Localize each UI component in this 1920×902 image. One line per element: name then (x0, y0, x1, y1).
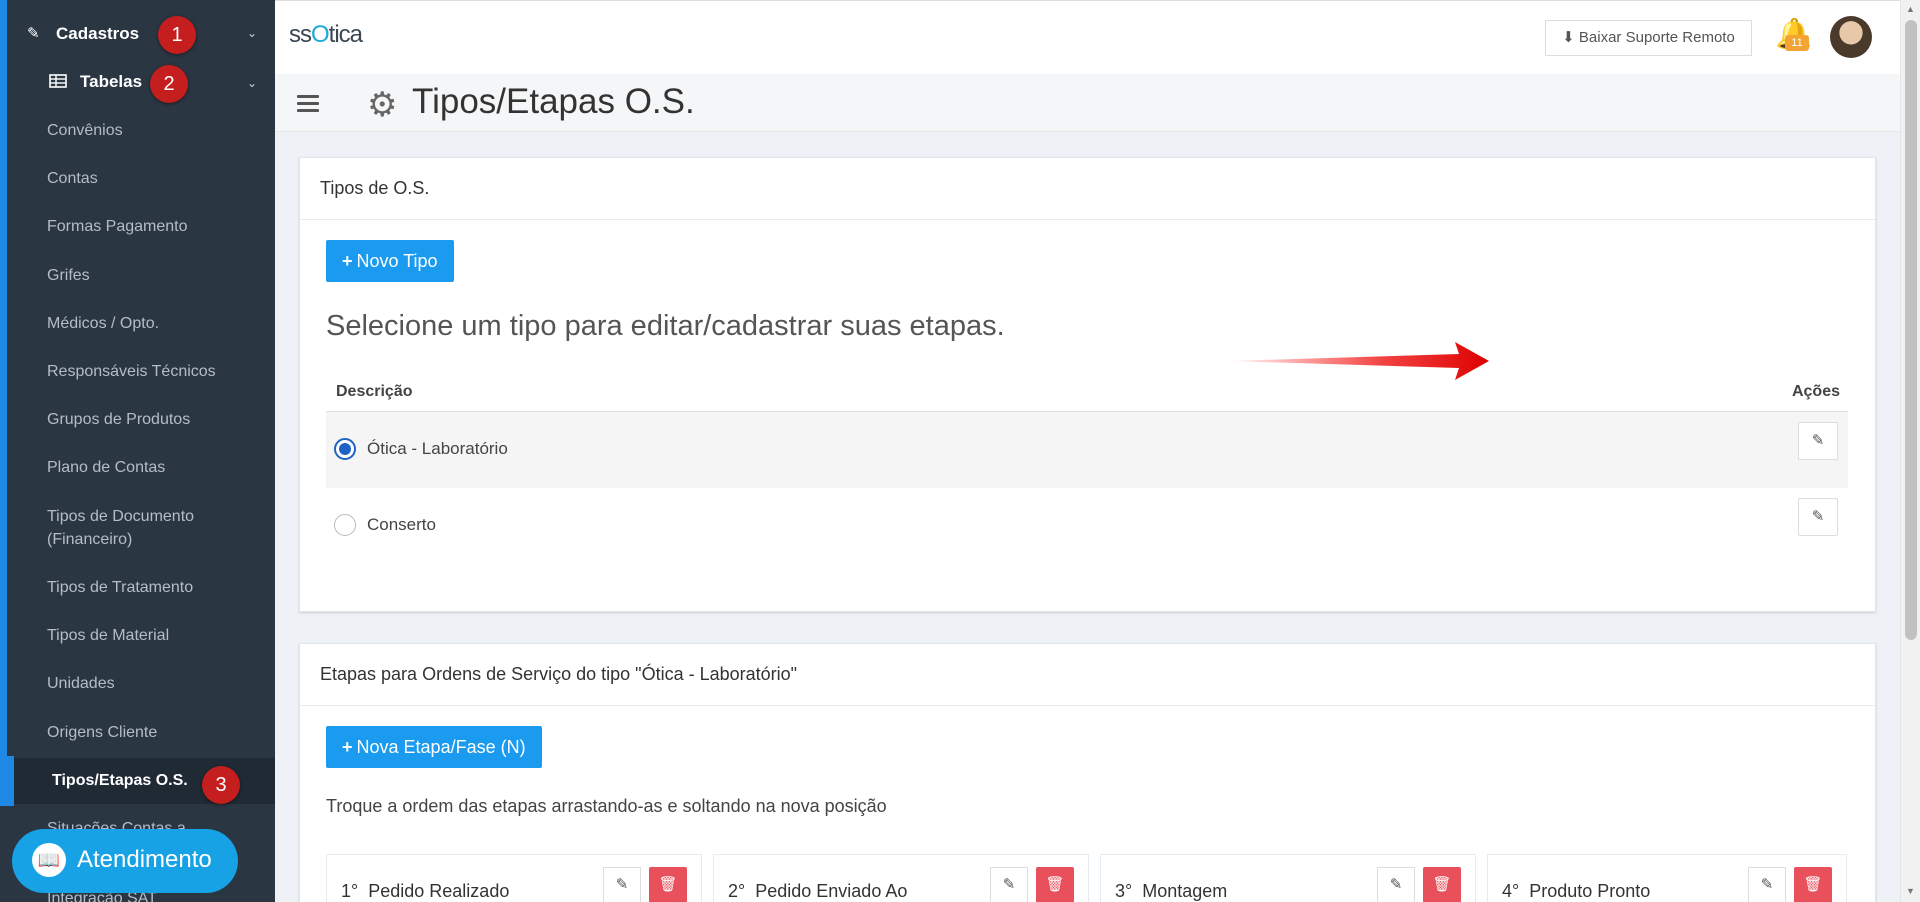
tipos-panel-title: Tipos de O.S. (320, 178, 430, 198)
sidebar-item-formas-pagamento[interactable]: Formas Pagamento (47, 215, 257, 238)
chevron-down-icon: ⌄ (246, 76, 257, 90)
avatar[interactable] (1830, 16, 1872, 58)
stage-title: 2° Pedido Enviado Ao (728, 881, 908, 901)
notification-count-badge: 11 (1785, 35, 1809, 51)
type-label: Ótica - Laboratório (367, 439, 508, 458)
type-radio-selected[interactable] (334, 438, 356, 460)
edit-type-button[interactable]: ✎ (1798, 498, 1838, 536)
logo[interactable]: ssOtica (289, 21, 363, 49)
step-badge-2: 2 (150, 65, 188, 103)
new-stage-label: Nova Etapa/Fase (N) (356, 737, 526, 757)
table-row[interactable]: Conserto (326, 488, 1848, 564)
edit-stage-button[interactable]: ✎ (1748, 867, 1786, 902)
trash-icon: 🗑 (1803, 876, 1823, 893)
table-row[interactable]: Ótica - Laboratório (326, 412, 1848, 488)
stage-card[interactable]: 3° Montagem ✎ 🗑 (1100, 854, 1476, 902)
tipos-hint: Selecione um tipo para editar/cadastrar … (326, 310, 1005, 342)
download-remote-support-label: Baixar Suporte Remoto (1578, 29, 1735, 46)
new-stage-button[interactable]: + Nova Etapa/Fase (N) (326, 726, 542, 768)
red-arrow-annotation (1227, 342, 1489, 380)
edit-stage-button[interactable]: ✎ (603, 867, 641, 902)
page-header: ⚙ Tipos/Etapas O.S. (275, 74, 1900, 132)
table-icon (49, 74, 67, 88)
stage-title: 3° Montagem (1115, 881, 1228, 901)
main-content: Tipos de O.S. + Novo Tipo Selecione um ti… (275, 132, 1900, 902)
pencil-icon: ✎ (1002, 876, 1016, 893)
tipos-panel: Tipos de O.S. + Novo Tipo Selecione um ti… (299, 157, 1876, 612)
page-title: Tipos/Etapas O.S. (412, 82, 695, 121)
chevron-down-icon: ⌄ (246, 26, 257, 40)
new-type-label: Novo Tipo (356, 251, 438, 271)
sidebar-item-contas[interactable]: Contas (47, 167, 257, 190)
stage-card[interactable]: 1° Pedido Realizado ✎ 🗑 (326, 854, 702, 902)
stage-title: 4° Produto Pronto (1502, 881, 1651, 901)
sidebar-item-label: Tabelas (80, 72, 143, 91)
book-icon: 📖 (32, 843, 66, 877)
sidebar-item-tabelas[interactable]: Tabelas ⌄ (7, 66, 275, 102)
sidebar: ✎ Cadastros ⌄ 1 Tabelas ⌄ 2 Convênios Co… (0, 0, 275, 902)
download-remote-support-button[interactable]: ⬇ Baixar Suporte Remoto (1545, 20, 1752, 56)
delete-stage-button[interactable]: 🗑 (1036, 867, 1074, 902)
atendimento-label: Atendimento (77, 846, 212, 873)
sidebar-item-cadastros[interactable]: ✎ Cadastros ⌄ (7, 0, 275, 58)
delete-stage-button[interactable]: 🗑 (1423, 867, 1461, 902)
delete-stage-button[interactable]: 🗑 (1794, 867, 1832, 902)
column-header-description: Descrição (336, 383, 413, 400)
column-header-actions: Ações (1791, 383, 1840, 400)
gears-icon: ⚙ (367, 86, 398, 124)
hamburger-menu-icon[interactable] (297, 95, 319, 113)
scroll-down-icon[interactable]: ▼ (1906, 886, 1915, 896)
type-label: Conserto (367, 515, 436, 534)
etapas-hint: Troque a ordem das etapas arrastando-as … (326, 796, 887, 816)
topbar: ssOtica ⬇ Baixar Suporte Remoto 🔔 11 (275, 0, 1900, 74)
trash-icon: 🗑 (1432, 876, 1452, 893)
sidebar-item-medicos[interactable]: Médicos / Opto. (47, 312, 257, 335)
scroll-up-icon[interactable]: ▲ (1906, 4, 1915, 14)
delete-stage-button[interactable]: 🗑 (649, 867, 687, 902)
sidebar-item-convenios[interactable]: Convênios (47, 119, 257, 142)
sidebar-accent (0, 0, 7, 772)
sidebar-item-tipos-material[interactable]: Tipos de Material (47, 624, 257, 647)
step-badge-3: 3 (202, 766, 240, 804)
type-radio[interactable] (334, 514, 356, 536)
scrollbar-thumb[interactable] (1905, 20, 1917, 640)
sidebar-item-grifes[interactable]: Grifes (47, 264, 257, 287)
atendimento-button[interactable]: 📖 Atendimento (12, 829, 238, 893)
trash-icon: 🗑 (1045, 876, 1065, 893)
pencil-icon: ✎ (1389, 876, 1403, 893)
sidebar-item-tipos-tratamento[interactable]: Tipos de Tratamento (47, 576, 257, 599)
stage-card[interactable]: 2° Pedido Enviado Ao ✎ 🗑 (713, 854, 1089, 902)
tipos-panel-header: Tipos de O.S. (300, 158, 1875, 220)
sidebar-item-origens-cliente[interactable]: Origens Cliente (47, 721, 257, 744)
pencil-icon: ✎ (1760, 876, 1774, 893)
sidebar-active-accent (0, 756, 14, 806)
edit-type-button[interactable]: ✎ (1798, 422, 1838, 460)
scrollbar[interactable]: ▲ ▼ (1900, 0, 1920, 902)
download-icon: ⬇ (1562, 29, 1575, 46)
pencil-icon: ✎ (1811, 432, 1825, 449)
etapas-panel: Etapas para Ordens de Serviço do tipo "Ó… (299, 643, 1876, 902)
edit-icon: ✎ (27, 25, 40, 42)
sidebar-item-label: Cadastros (56, 24, 140, 43)
edit-stage-button[interactable]: ✎ (990, 867, 1028, 902)
sidebar-item-responsaveis[interactable]: Responsáveis Técnicos (47, 360, 257, 383)
etapas-panel-header: Etapas para Ordens de Serviço do tipo "Ó… (300, 644, 1875, 706)
plus-icon: + (342, 737, 353, 757)
sidebar-item-plano-contas[interactable]: Plano de Contas (47, 456, 257, 479)
plus-icon: + (342, 251, 353, 271)
trash-icon: 🗑 (658, 876, 678, 893)
pencil-icon: ✎ (615, 876, 629, 893)
new-type-button[interactable]: + Novo Tipo (326, 240, 454, 282)
stage-card[interactable]: 4° Produto Pronto ✎ 🗑 (1487, 854, 1847, 902)
etapas-panel-title: Etapas para Ordens de Serviço do tipo "Ó… (320, 664, 798, 684)
edit-stage-button[interactable]: ✎ (1377, 867, 1415, 902)
sidebar-item-grupos-produtos[interactable]: Grupos de Produtos (47, 408, 257, 431)
sidebar-item-unidades[interactable]: Unidades (47, 672, 257, 695)
step-badge-1: 1 (158, 16, 196, 54)
sidebar-item-tipos-documento[interactable]: Tipos de Documento (Financeiro) (47, 505, 257, 551)
pencil-icon: ✎ (1811, 508, 1825, 525)
stage-title: 1° Pedido Realizado (341, 881, 510, 901)
